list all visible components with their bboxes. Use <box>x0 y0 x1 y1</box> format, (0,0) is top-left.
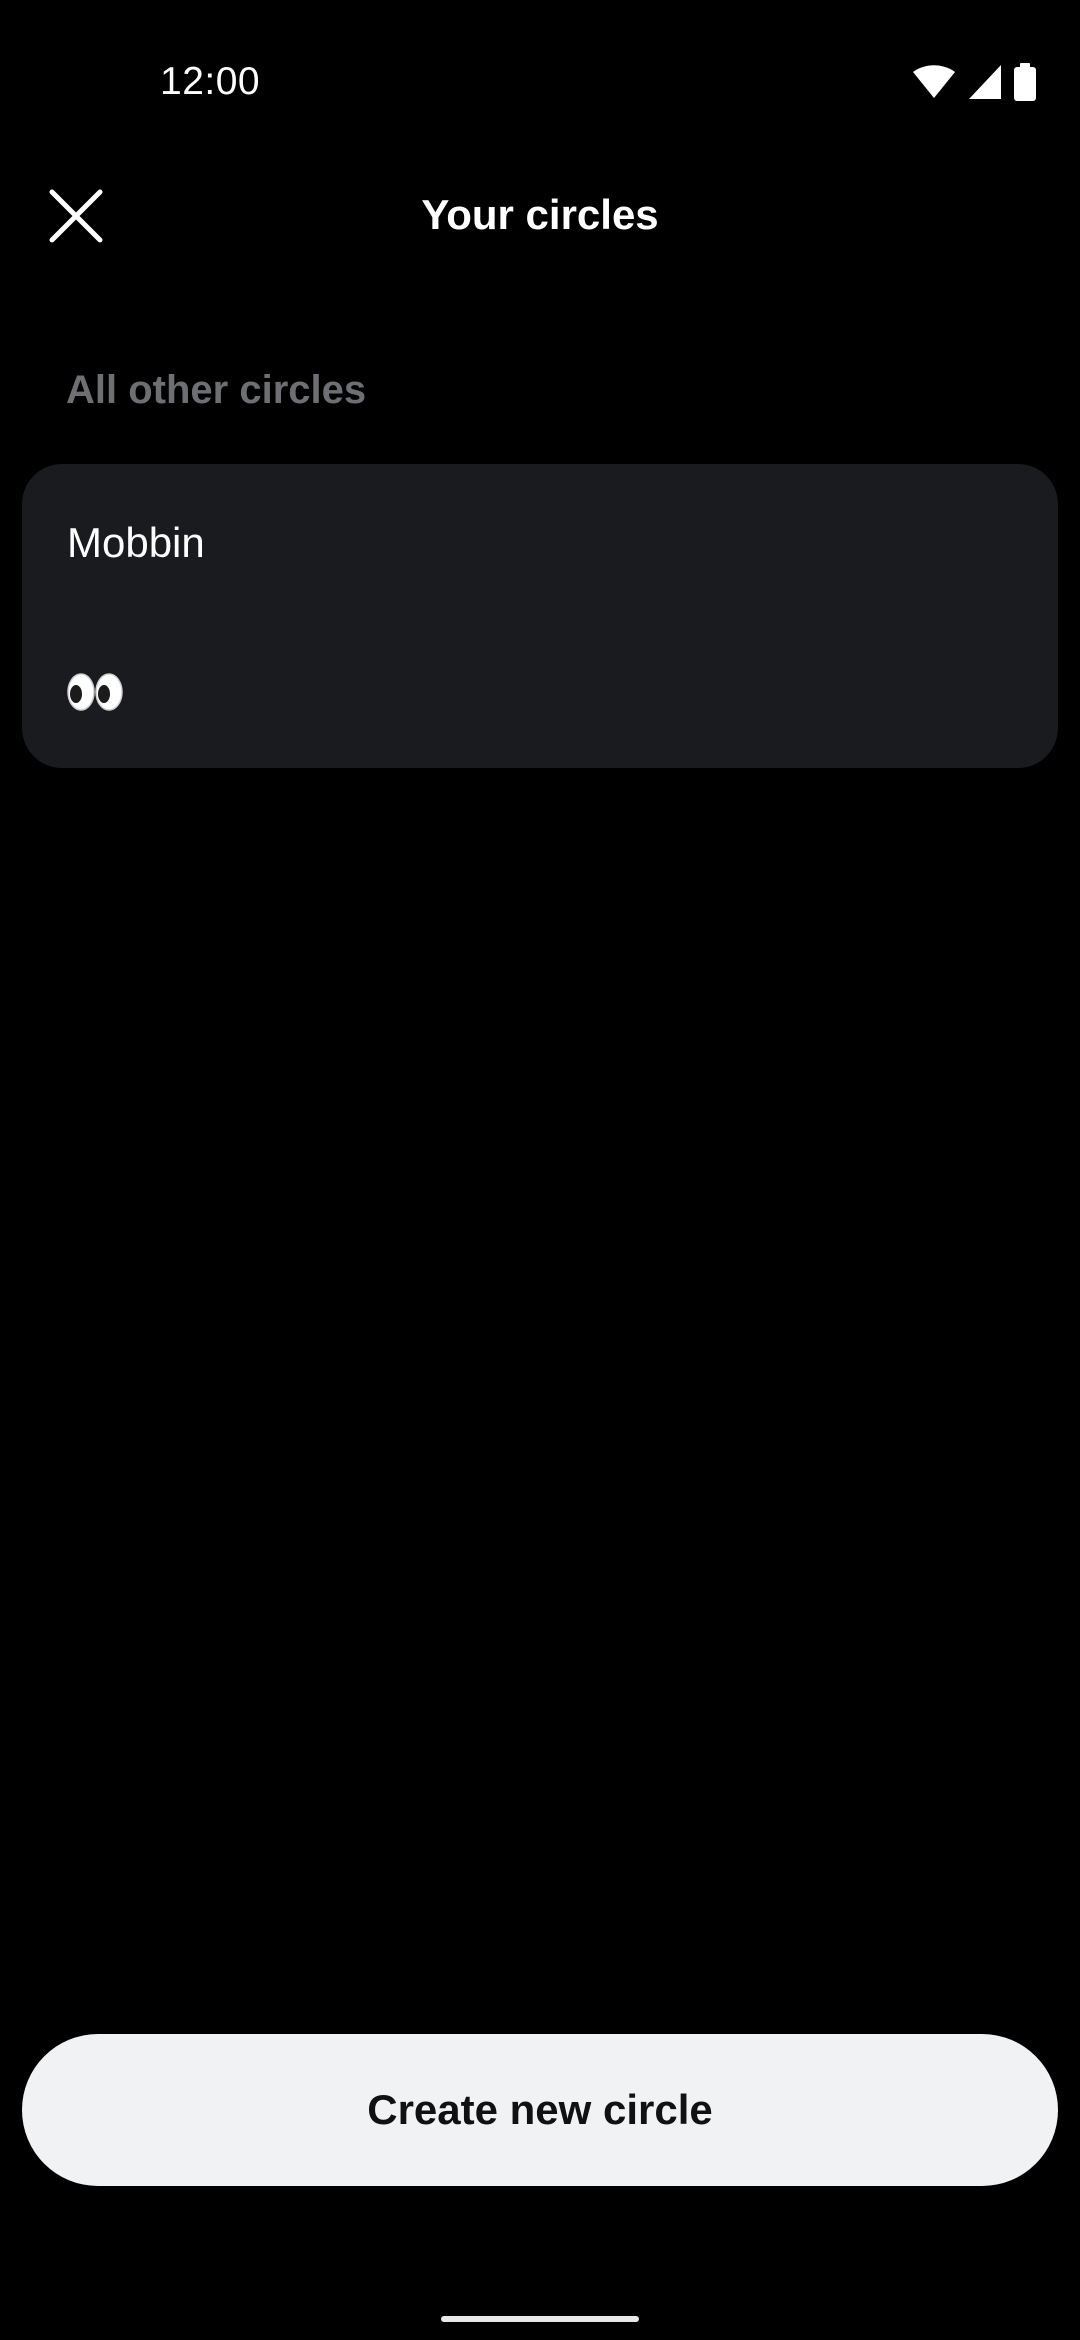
wifi-icon <box>912 64 956 100</box>
eyes-emoji-icon <box>67 672 123 712</box>
app-header: Your circles <box>0 170 1080 260</box>
create-new-circle-button[interactable]: Create new circle <box>22 2034 1058 2186</box>
status-icons <box>912 62 1036 102</box>
circle-name: Mobbin <box>67 519 205 566</box>
section-heading: All other circles <box>66 368 367 412</box>
status-bar: 12:00 <box>0 0 1080 170</box>
status-time: 12:00 <box>160 60 261 103</box>
circle-card[interactable]: Mobbin <box>22 464 1058 768</box>
cellular-signal-icon <box>968 64 1002 100</box>
home-indicator[interactable] <box>441 2316 639 2322</box>
battery-icon <box>1014 63 1036 101</box>
page-title: Your circles <box>421 191 659 238</box>
